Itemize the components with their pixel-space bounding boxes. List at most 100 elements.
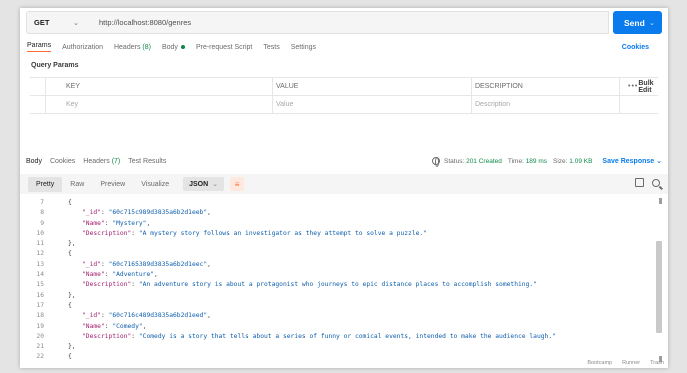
tab-response-headers-label: Headers [83,157,110,165]
json-string: "60c7165389d3835a6b2d1eec" [108,260,208,268]
code-text: "Description": "Comedy is a story that t… [46,332,556,342]
tab-tests[interactable]: Tests [263,44,279,51]
column-header-description: DESCRIPTION [472,78,620,95]
pretty-button[interactable]: Pretty [28,176,63,192]
tab-test-results[interactable]: Test Results [128,158,166,165]
preview-button[interactable]: Preview [92,177,133,192]
json-string: "A mystery story follows an investigator… [138,229,428,237]
tab-prerequest-script[interactable]: Pre-request Script [196,44,252,51]
row-checkbox[interactable] [30,96,46,113]
size-label: Size: [553,157,568,165]
method-select[interactable]: GET ⌄ [27,12,87,33]
line-number: 11 [36,240,44,248]
wrap-lines-icon[interactable]: ≡ [230,177,245,191]
code-line: 12 { [20,249,660,259]
json-punctuation: { [68,301,72,309]
code-text: { [46,249,72,259]
line-number: 16 [36,291,44,299]
json-punctuation: : [100,312,109,320]
row-actions [620,96,658,113]
code-line: 22 { [20,352,660,362]
status-label: Status: [444,157,465,165]
tab-response-headers[interactable]: Headers (7) [83,158,120,165]
format-dropdown[interactable]: JSON ⌄ [183,177,225,191]
tab-headers[interactable]: Headers (8) [114,44,151,51]
json-punctuation: { [68,199,72,206]
description-input[interactable]: Description [472,96,620,113]
code-line: 11}, [20,239,660,249]
line-number: 15 [36,281,44,289]
line-number: 21 [36,343,44,351]
line-number: 12 [36,250,44,258]
save-response-button[interactable]: Save Response ⌄ [602,157,662,165]
send-button[interactable]: Send ⌄ [613,11,662,34]
scrollbar-up-arrow[interactable] [659,198,662,204]
query-params-table: KEY VALUE DESCRIPTION ••• Bulk Edit Key … [30,77,658,114]
json-punctuation: }, [68,291,76,299]
response-body-code[interactable]: 7{8 "_id": "60c715c989d3835a6b2d1eeb", 9 "N… [20,198,660,360]
line-number: 17 [36,301,44,309]
key-input[interactable]: Key [46,96,273,113]
value-input[interactable]: Value [273,96,472,113]
json-string: "60c715c989d3835a6b2d1eeb" [108,209,208,217]
json-punctuation: { [68,250,72,258]
json-punctuation: : [100,209,109,217]
status-bar: Bootcamp Runner Trash [587,358,668,368]
code-line: 16}, [20,291,660,301]
more-options-icon[interactable]: ••• [628,83,638,90]
scrollbar-thumb[interactable] [656,241,662,333]
bootcamp-link[interactable]: Bootcamp [587,360,612,366]
runner-link[interactable]: Runner [622,360,640,366]
tab-body[interactable]: Body [162,44,185,51]
tab-settings[interactable]: Settings [291,44,316,51]
response-headers-count: (7) [111,157,121,165]
json-punctuation: : [131,332,139,340]
tab-response-body[interactable]: Body [26,158,42,165]
trash-link[interactable]: Trash [650,360,664,366]
bulk-edit-button[interactable]: Bulk Edit [638,80,656,94]
tab-params[interactable]: Params [27,42,52,52]
chevron-down-icon: ⌄ [212,181,219,188]
code-text: "_id": "60c7165389d3835a6b2d1eec", [46,260,211,270]
json-punctuation: , [154,271,158,279]
line-number: 14 [36,271,44,279]
code-text: "_id": "60c716c489d3835a6b2d1eed", [46,311,211,321]
json-punctuation: : [131,281,139,289]
tab-authorization[interactable]: Authorization [62,44,103,51]
json-key: "_id" [82,260,101,268]
chevron-down-icon[interactable]: ⌄ [649,19,655,27]
globe-icon [432,157,441,167]
response-toolbar: Pretty Raw Preview Visualize JSON ⌄ ≡ [20,174,668,194]
cookies-link[interactable]: Cookies [622,44,649,51]
url-input[interactable]: http://localhost:8080/genres [87,18,191,27]
search-icon[interactable] [652,178,660,187]
json-key: "_id" [82,209,101,217]
checkbox-column [30,78,46,95]
code-line: 15 "Description": "An adventure story is … [20,280,660,290]
line-number: 20 [36,332,44,340]
visualize-button[interactable]: Visualize [133,177,177,192]
column-header-key: KEY [46,78,273,95]
json-key: "Name" [82,322,105,330]
json-punctuation: , [207,260,211,268]
json-key: "_id" [82,312,101,320]
tab-headers-label: Headers [113,43,141,51]
chevron-down-icon: ⌄ [73,19,79,27]
json-key: "Name" [82,271,105,279]
toolbar-right [635,178,660,187]
body-indicator-dot [180,44,185,49]
tab-response-cookies[interactable]: Cookies [50,158,75,165]
json-punctuation: { [68,353,72,361]
copy-icon[interactable] [635,178,644,187]
json-string: "Mystery" [112,219,147,227]
json-string: "Adventure" [112,271,155,279]
postman-window: GET ⌄ http://localhost:8080/genres Send … [20,8,668,368]
json-string: "Comedy is a story that tells about a se… [138,332,556,340]
code-line: 21}, [20,342,660,352]
json-key: "Name" [82,219,105,227]
json-punctuation: }, [68,343,76,351]
json-punctuation: }, [68,240,76,248]
json-string: "60c716c489d3835a6b2d1eed" [108,312,208,320]
json-key: "Description" [82,281,132,289]
raw-button[interactable]: Raw [62,177,92,192]
